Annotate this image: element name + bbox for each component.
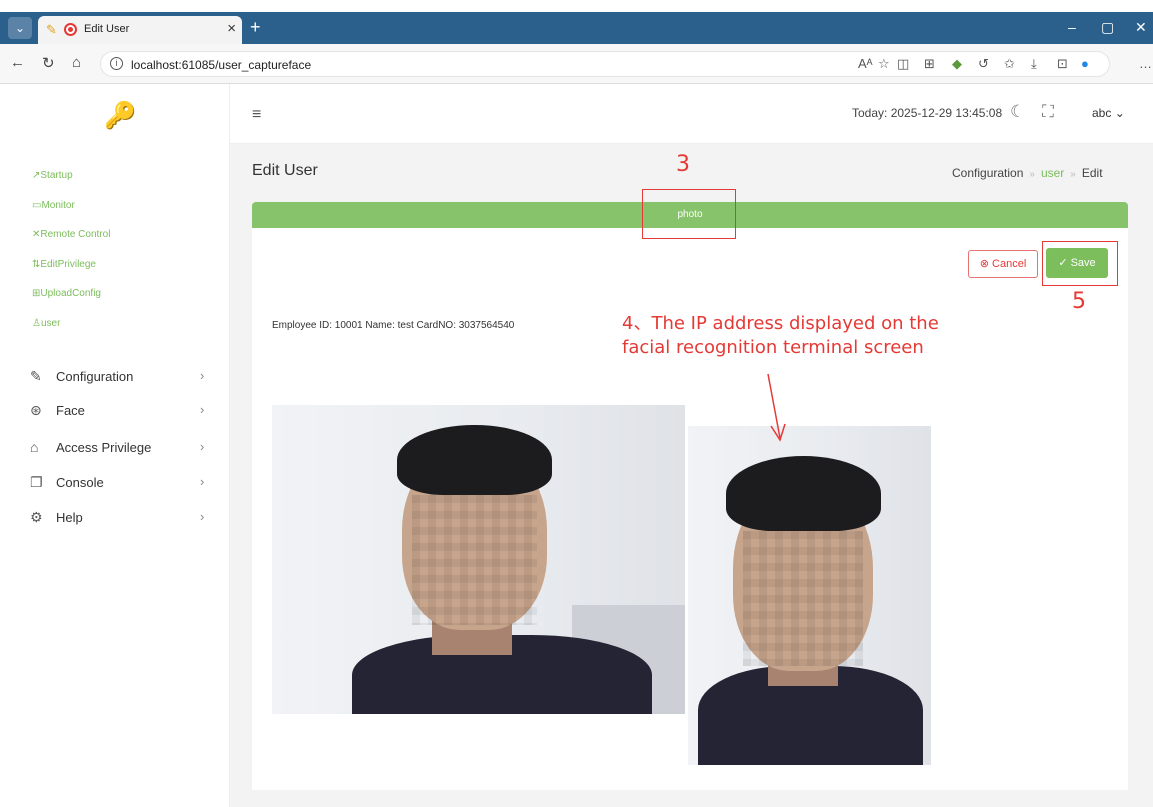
today-datetime: Today: 2025-12-29 13:45:08 [852, 106, 1003, 120]
sidebar: 🔑 ↗Startup ▭Monitor ✕Remote Control ⇅Edi… [0, 84, 230, 807]
chevron-right-icon: › [200, 368, 205, 383]
cancel-icon: ⊗ [979, 258, 989, 270]
sidebar-item-user[interactable]: ♙user [32, 318, 60, 329]
extensions-icon[interactable]: ↺ [978, 56, 989, 72]
screenshot-icon[interactable]: ⊡ [1057, 56, 1068, 72]
collections-icon[interactable]: ⊞ [924, 56, 935, 72]
window-icon: ❐ [30, 474, 43, 490]
address-bar: ← ↻ ⌂ i localhost:61085/user_captureface… [0, 44, 1153, 84]
minimize-icon[interactable]: – [1068, 19, 1076, 35]
top-header: ≡ Today: 2025-12-29 13:45:08 ☾ ⛶ abc ⌄ [230, 84, 1153, 144]
sidebar-item-monitor[interactable]: ▭Monitor [32, 200, 75, 211]
pencil-icon: ✎ [30, 368, 42, 384]
breadcrumb-configuration[interactable]: Configuration [952, 166, 1023, 180]
gear-icon: ⚙ [30, 509, 43, 525]
top-strip [0, 0, 1153, 12]
download-icon[interactable]: ⤓ [1031, 56, 1037, 72]
more-icon[interactable]: … [1139, 56, 1152, 71]
tab-actions-button[interactable]: ⌄ [8, 17, 32, 39]
annotation-note-4: 4、The IP address displayed on the facial… [622, 313, 939, 358]
new-tab-button[interactable]: + [250, 17, 261, 38]
breadcrumb-separator-icon: » [1070, 169, 1076, 180]
sidebar-menu-help[interactable]: ⚙ Help [30, 509, 83, 526]
split-screen-icon[interactable]: ◫ [897, 56, 909, 72]
extension-icon[interactable]: ◆ [952, 56, 962, 72]
user-dropdown[interactable]: abc ⌄ [1092, 106, 1125, 120]
breadcrumb-user[interactable]: user [1041, 166, 1064, 180]
chevron-right-icon: › [200, 509, 205, 524]
annotation-number-3: 3 [676, 152, 690, 177]
chevron-right-icon: › [200, 402, 205, 417]
aperture-icon: ⊛ [30, 402, 42, 418]
sidebar-menu-access-privilege[interactable]: ⌂ Access Privilege [30, 439, 151, 455]
annotation-box-save [1042, 241, 1118, 286]
annotation-box-photo [642, 189, 736, 239]
tab-title: Edit User [84, 23, 130, 35]
fullscreen-icon[interactable]: ⛶ [1042, 102, 1054, 122]
url-text: localhost:61085/user_captureface [131, 58, 312, 72]
tab-close-icon[interactable]: × [227, 20, 236, 37]
chevron-right-icon: › [200, 439, 205, 454]
sidebar-menu-configuration[interactable]: ✎ Configuration [30, 368, 133, 385]
back-icon[interactable]: ← [10, 54, 25, 71]
captured-photo [272, 405, 685, 714]
site-info-icon[interactable]: i [110, 57, 123, 70]
sidebar-menu-face[interactable]: ⊛ Face [30, 402, 85, 419]
chevron-right-icon: › [200, 474, 205, 489]
dark-mode-icon[interactable]: ☾ [1010, 102, 1025, 122]
favorites-bar-icon[interactable]: ✩ [1004, 56, 1015, 72]
page-title: Edit User [252, 162, 318, 179]
favorite-icon[interactable]: ☆ [878, 56, 890, 72]
browser-tab-bar: ⌄ ✎ Edit User × + – ▢ ✕ [0, 12, 1153, 44]
window-close-icon[interactable]: ✕ [1135, 19, 1147, 36]
refresh-icon[interactable]: ↻ [42, 54, 55, 72]
annotation-arrow-icon [767, 373, 786, 442]
breadcrumb: Configuration » user » Edit [952, 166, 1103, 180]
home-outline-icon: ⌂ [30, 439, 39, 455]
hamburger-menu-icon[interactable]: ≡ [252, 106, 261, 124]
sidebar-item-editprivilege[interactable]: ⇅EditPrivilege [32, 259, 96, 270]
employee-info: Employee ID: 10001 Name: test CardNO: 30… [272, 320, 515, 331]
read-aloud-icon[interactable]: Aᴬ [858, 56, 873, 71]
sidebar-menu-console[interactable]: ❐ Console [30, 474, 104, 491]
annotation-number-5: 5 [1072, 289, 1086, 314]
home-icon[interactable]: ⌂ [72, 54, 81, 71]
main-content: Edit User Configuration» user» Edit photo … [230, 144, 1153, 807]
device-photo [688, 426, 931, 765]
sidebar-item-startup[interactable]: ↗Startup [32, 170, 73, 181]
breadcrumb-edit: Edit [1081, 166, 1103, 180]
chevron-down-icon: ⌄ [1114, 106, 1125, 120]
logo-icon: 🔑 [104, 100, 137, 130]
recording-icon [64, 23, 77, 36]
copilot-icon[interactable]: ● [1081, 56, 1089, 71]
user-icon: ♙ [32, 318, 41, 329]
maximize-icon[interactable]: ▢ [1101, 19, 1114, 36]
cancel-button[interactable]: ⊗ Cancel [968, 250, 1038, 278]
browser-tab[interactable]: ✎ Edit User × [38, 16, 242, 44]
sidebar-item-remote-control[interactable]: ✕Remote Control [32, 229, 110, 240]
breadcrumb-separator-icon: » [1029, 169, 1035, 180]
sidebar-item-uploadconfig[interactable]: ⊞UploadConfig [32, 288, 101, 299]
app-key-icon: ✎ [46, 22, 57, 37]
